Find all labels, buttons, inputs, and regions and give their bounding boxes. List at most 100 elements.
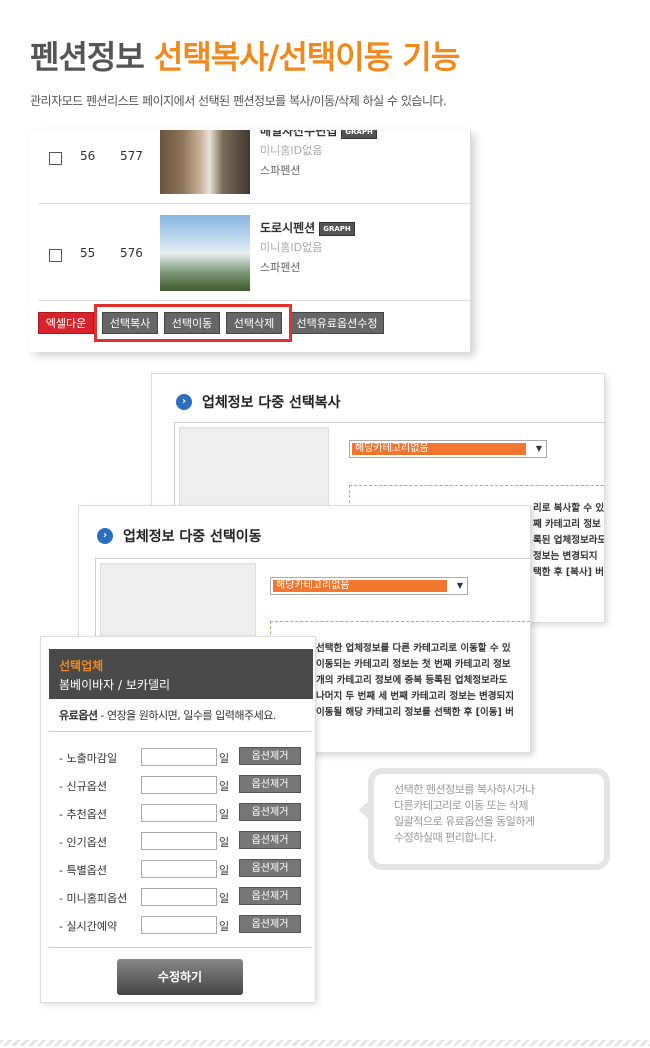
bullet-arrow-icon: › [176, 394, 192, 410]
desc-line: 선택한 업체정보를 다른 카테고리로 이동할 수 있 [316, 643, 511, 654]
paid-option-panel: 선택업체 봄베이바자 / 보카델리 유료옵션 - 연장을 원하시면, 일수를 입… [40, 636, 316, 1003]
pension-category: 스파펜션 [260, 261, 301, 274]
option-label: - 실시간예약 [59, 920, 118, 933]
desc-line: 정보는 변경되지 [533, 551, 598, 562]
option-row: - 신규옵션 일 옵션제거 [49, 775, 311, 795]
row-checkbox[interactable] [49, 152, 62, 165]
chevron-down-icon: ▼ [535, 444, 542, 453]
option-row: - 실시간예약 일 옵션제거 [49, 915, 311, 935]
move-panel-title: 업체정보 다중 선택이동 [123, 529, 262, 545]
days-unit: 일 [219, 836, 230, 849]
remove-option-button[interactable]: 옵션제거 [239, 887, 301, 905]
remove-option-button[interactable]: 옵션제거 [239, 747, 301, 765]
remove-option-button[interactable]: 옵션제거 [239, 831, 301, 849]
category-select-value: 해당카테고리없음 [273, 580, 447, 592]
pension-name-text: 매일자산수편집 [260, 130, 338, 138]
desc-line: 이동되는 카테고리 정보는 첫 번째 카테고리 정보 [316, 659, 511, 670]
graph-badge: GRAPH [319, 221, 355, 236]
category-select[interactable]: 해당카테고리없음 ▼ [349, 440, 547, 458]
option-row: - 노출마감일 일 옵션제거 [49, 747, 311, 767]
pension-list-panel: 56 577 매일자산수편집 GRAPH 미니홈ID없음 스파펜션 55 576 … [30, 130, 471, 352]
pension-name[interactable]: 도로시펜션 GRAPH [260, 219, 355, 236]
days-unit: 일 [219, 892, 230, 905]
paid-option-title: 유료옵션 [59, 709, 98, 722]
page-title: 펜션정보 선택복사/선택이동 기능 [30, 32, 460, 78]
days-input[interactable] [141, 860, 217, 878]
table-row: 55 576 도로시펜션 GRAPH 미니홈ID없음 스파펜션 [38, 205, 470, 301]
callout-line: 수정하실때 편리합니다. [394, 831, 497, 844]
callout-line: 일괄적으로 유료옵션을 동일하게 [394, 815, 535, 828]
pension-category: 스파펜션 [260, 164, 301, 177]
callout-bubble: 선택한 펜션정보를 복사하시거나 다른카테고리로 이동 또는 삭제 일괄적으로 … [368, 768, 610, 870]
days-input[interactable] [141, 804, 217, 822]
submit-button[interactable]: 수정하기 [117, 959, 243, 995]
category-select[interactable]: 해당카테고리없음 ▼ [270, 577, 468, 595]
excel-download-button[interactable]: 엑셀다운 [38, 312, 94, 334]
pension-thumbnail[interactable] [160, 215, 250, 291]
row-number: 55 [80, 246, 96, 260]
days-unit: 일 [219, 920, 230, 933]
option-label: - 신규옵션 [59, 780, 107, 793]
days-input[interactable] [141, 748, 217, 766]
page: 펜션정보 선택복사/선택이동 기능 관리자모드 펜션리스트 페이지에서 선택된 … [0, 0, 650, 1048]
option-label: - 미니홈피옵션 [59, 892, 128, 905]
divider [49, 731, 311, 732]
pension-name-text: 도로시펜션 [260, 221, 316, 235]
days-unit: 일 [219, 780, 230, 793]
option-label: - 특별옵션 [59, 864, 107, 877]
remove-option-button[interactable]: 옵션제거 [239, 775, 301, 793]
desc-line: 이동될 해당 카테고리 정보를 선택한 후 [이동] 버 [316, 707, 514, 718]
days-unit: 일 [219, 864, 230, 877]
option-row: - 추천옵션 일 옵션제거 [49, 803, 311, 823]
row-id: 576 [120, 246, 143, 260]
days-input[interactable] [141, 776, 217, 794]
days-input[interactable] [141, 832, 217, 850]
minihome-id: 미니홈ID없음 [260, 144, 323, 157]
desc-line: 록된 업체정보라도 [533, 535, 605, 546]
row-checkbox[interactable] [49, 249, 62, 262]
option-label: - 인기옵션 [59, 836, 107, 849]
desc-line: 나머지 두 번째 세 번째 카테고리 정보는 변경되지 [316, 691, 514, 702]
bottom-divider [0, 1040, 650, 1046]
days-unit: 일 [219, 752, 230, 765]
chevron-down-icon: ▼ [456, 581, 463, 590]
highlight-box [94, 304, 292, 342]
select-paid-option-edit-button[interactable]: 선택유료옵션수정 [290, 312, 384, 334]
option-label: - 추천옵션 [59, 808, 107, 821]
paid-option-heading: 유료옵션 - 연장을 원하시면, 일수를 입력해주세요. [59, 707, 276, 723]
selected-company-label: 선택업체 [59, 659, 104, 673]
graph-badge: GRAPH [341, 130, 377, 139]
category-select-value: 해당카테고리없음 [352, 443, 526, 455]
option-row: - 인기옵션 일 옵션제거 [49, 831, 311, 851]
selected-company-header: 선택업체 봄베이바자 / 보카델리 [49, 649, 313, 699]
description-text: 선택한 업체정보를 다른 카테고리로 이동할 수 있 이동되는 카테고리 정보는… [316, 641, 514, 721]
page-subtitle: 관리자모드 펜션리스트 페이지에서 선택된 펜션정보를 복사/이동/삭제 하실 … [30, 94, 447, 108]
table-row: 56 577 매일자산수편집 GRAPH 미니홈ID없음 스파펜션 [38, 130, 470, 204]
days-input[interactable] [141, 888, 217, 906]
option-label: - 노출마감일 [59, 752, 118, 765]
title-gray: 펜션정보 [30, 38, 154, 76]
divider [49, 947, 311, 948]
callout-text: 선택한 펜션정보를 복사하시거나 다른카테고리로 이동 또는 삭제 일괄적으로 … [394, 782, 535, 846]
title-orange: 선택복사/선택이동 기능 [153, 38, 460, 76]
row-number: 56 [80, 149, 96, 163]
option-row: - 미니홈피옵션 일 옵션제거 [49, 887, 311, 907]
copy-panel-title: 업체정보 다중 선택복사 [202, 395, 341, 411]
callout-line: 다른카테고리로 이동 또는 삭제 [394, 799, 529, 812]
desc-line: 리로 복사할 수 있 [533, 503, 605, 514]
days-input[interactable] [141, 916, 217, 934]
desc-line: 째 카테고리 정보 [533, 519, 601, 530]
minihome-id: 미니홈ID없음 [260, 241, 323, 254]
remove-option-button[interactable]: 옵션제거 [239, 859, 301, 877]
pension-name[interactable]: 매일자산수편집 GRAPH [260, 130, 377, 139]
remove-option-button[interactable]: 옵션제거 [239, 803, 301, 821]
callout-line: 선택한 펜션정보를 복사하시거나 [394, 783, 535, 796]
row-id: 577 [120, 149, 143, 163]
desc-line: 개의 카테고리 정보에 중복 등록된 업체정보라도 [316, 675, 508, 686]
pension-thumbnail[interactable] [160, 130, 250, 194]
option-row: - 특별옵션 일 옵션제거 [49, 859, 311, 879]
description-text: 리로 복사할 수 있 째 카테고리 정보 록된 업체정보라도 정보는 변경되지 … [533, 501, 605, 581]
remove-option-button[interactable]: 옵션제거 [239, 915, 301, 933]
paid-option-desc: - 연장을 원하시면, 일수를 입력해주세요. [97, 709, 276, 722]
days-unit: 일 [219, 808, 230, 821]
